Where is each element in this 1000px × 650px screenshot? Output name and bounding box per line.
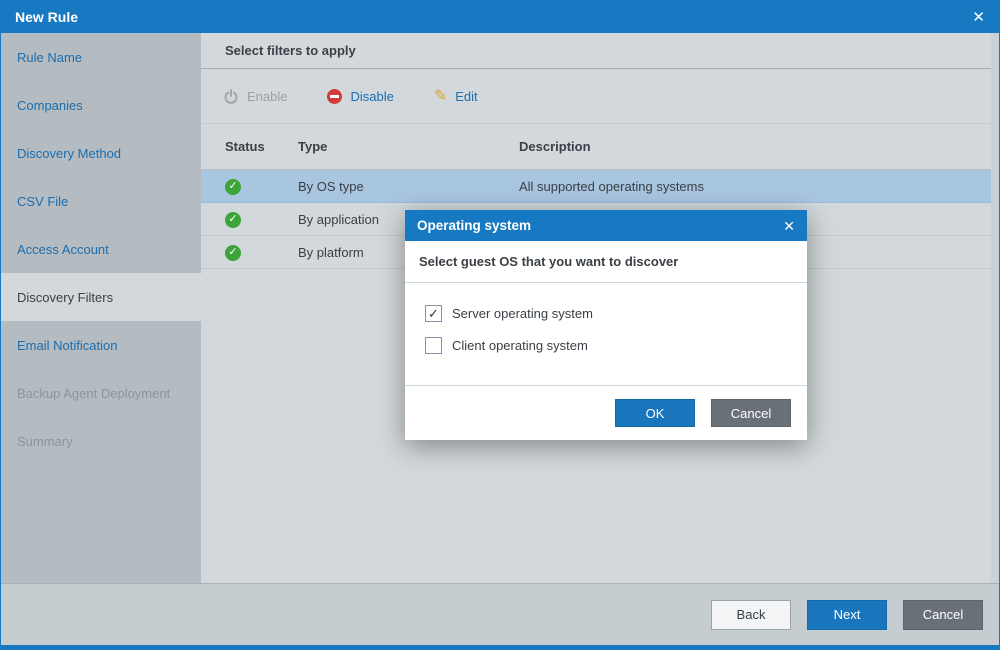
pencil-icon: ✎	[434, 89, 447, 105]
ok-button[interactable]: OK	[615, 399, 695, 427]
wizard-steps-sidebar: Rule Name Companies Discovery Method CSV…	[1, 33, 201, 583]
table-header: Status Type Description	[201, 124, 991, 170]
edit-button-label: Edit	[455, 89, 477, 104]
sidebar-item-rule-name[interactable]: Rule Name	[1, 33, 201, 81]
server-os-option[interactable]: ✓ Server operating system	[425, 305, 787, 322]
enable-button-label: Enable	[247, 89, 287, 104]
column-header-status: Status	[225, 139, 298, 154]
sidebar-item-summary: Summary	[1, 417, 201, 465]
back-button[interactable]: Back	[711, 600, 791, 630]
dialog-title: Operating system	[417, 218, 531, 233]
filters-toolbar: Enable Disable ✎ Edit	[201, 70, 991, 124]
sidebar-item-email-notification[interactable]: Email Notification	[1, 321, 201, 369]
wizard-footer: Back Next Cancel	[1, 583, 999, 645]
dialog-footer: OK Cancel	[405, 385, 807, 440]
table-row[interactable]: ✓ By OS type All supported operating sys…	[201, 170, 991, 203]
edit-button[interactable]: ✎ Edit	[434, 89, 478, 105]
sidebar-item-companies[interactable]: Companies	[1, 81, 201, 129]
page-title: Select filters to apply	[201, 33, 991, 69]
next-button[interactable]: Next	[807, 600, 887, 630]
sidebar-item-access-account[interactable]: Access Account	[1, 225, 201, 273]
enable-button: Enable	[223, 89, 287, 105]
status-enabled-icon: ✓	[225, 212, 241, 228]
filter-type: By OS type	[298, 179, 519, 194]
dialog-close-icon[interactable]: ✕	[783, 219, 795, 233]
operating-system-dialog: Operating system ✕ Select guest OS that …	[405, 210, 807, 440]
disable-button-label: Disable	[350, 89, 393, 104]
sidebar-item-discovery-method[interactable]: Discovery Method	[1, 129, 201, 177]
dialog-subtitle: Select guest OS that you want to discove…	[405, 241, 807, 283]
status-enabled-icon: ✓	[225, 245, 241, 261]
new-rule-wizard-window: New Rule ✕ Rule Name Companies Discovery…	[0, 0, 1000, 650]
dialog-cancel-button[interactable]: Cancel	[711, 399, 791, 427]
sidebar-item-discovery-filters[interactable]: Discovery Filters	[1, 273, 201, 321]
checkbox-checked-icon[interactable]: ✓	[425, 305, 442, 322]
window-close-icon[interactable]: ✕	[972, 10, 985, 25]
dialog-titlebar: Operating system ✕	[405, 210, 807, 241]
disable-button[interactable]: Disable	[327, 89, 393, 104]
column-header-type: Type	[298, 139, 519, 154]
dialog-body: ✓ Server operating system Client operati…	[405, 283, 807, 385]
sidebar-item-backup-agent-deployment: Backup Agent Deployment	[1, 369, 201, 417]
client-os-option[interactable]: Client operating system	[425, 337, 787, 354]
column-header-description: Description	[519, 139, 967, 154]
filter-description: All supported operating systems	[519, 179, 967, 194]
disable-icon	[327, 89, 342, 104]
window-title: New Rule	[15, 9, 78, 25]
status-enabled-icon: ✓	[225, 179, 241, 195]
server-os-option-label: Server operating system	[452, 306, 593, 321]
window-titlebar: New Rule ✕	[1, 1, 999, 33]
sidebar-item-csv-file[interactable]: CSV File	[1, 177, 201, 225]
checkbox-unchecked-icon[interactable]	[425, 337, 442, 354]
client-os-option-label: Client operating system	[452, 338, 588, 353]
cancel-button[interactable]: Cancel	[903, 600, 983, 630]
power-icon	[223, 89, 239, 105]
